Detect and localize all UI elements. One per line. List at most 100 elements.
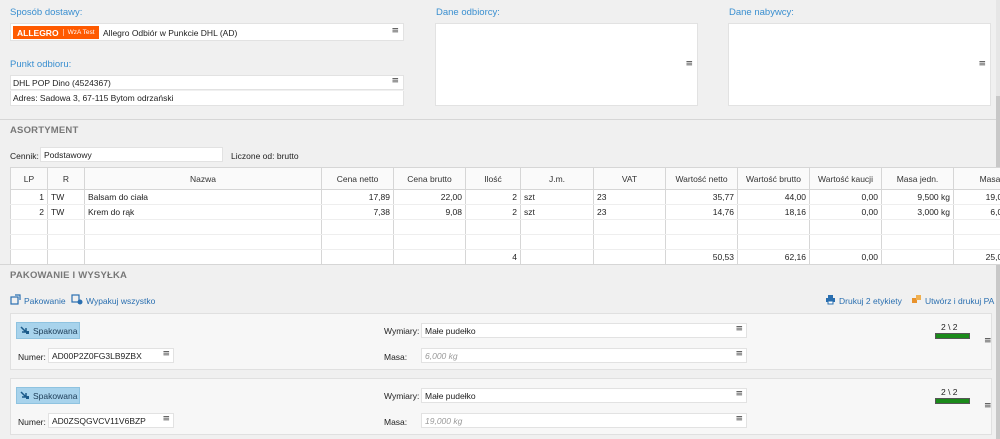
recipient-field[interactable]: ≡ xyxy=(435,23,698,106)
pricelist-label: Cennik: xyxy=(10,151,39,161)
unpack-all-button[interactable]: Wypakuj wszystko xyxy=(71,294,155,307)
packed-icon xyxy=(20,325,30,337)
package-dims-label: Wymiary: xyxy=(384,391,420,401)
package-status-label: Spakowana xyxy=(33,390,78,401)
cell-net-price[interactable]: 17,89 xyxy=(321,189,394,205)
cell-unit[interactable]: szt xyxy=(520,189,594,205)
hamburger-icon[interactable]: ≡ xyxy=(391,26,399,36)
hamburger-icon[interactable]: ≡ xyxy=(735,414,743,424)
hamburger-icon[interactable]: ≡ xyxy=(984,336,992,346)
box-icon xyxy=(10,294,21,307)
cell-quantity[interactable]: 2 xyxy=(465,189,521,205)
package-dims-select[interactable]: Małe pudełko ≡ xyxy=(421,323,747,338)
hamburger-icon[interactable]: ≡ xyxy=(978,59,986,69)
package-panel[interactable]: Spakowana Numer: AD0ZSQGVCV11V6BZP ≡ Wym… xyxy=(10,378,992,435)
total-mass: 25,000 kg xyxy=(953,249,1000,265)
total-deposit: 0,00 xyxy=(809,249,882,265)
create-print-button[interactable]: Utwórz i drukuj PA xyxy=(911,294,994,307)
package-dims-label: Wymiary: xyxy=(384,326,420,336)
cell-lp: 1 xyxy=(10,189,48,205)
cell-quantity[interactable]: 2 xyxy=(465,204,521,220)
column-header[interactable]: LP xyxy=(10,167,48,190)
column-header[interactable]: Ilość xyxy=(465,167,521,190)
cell-gross-price[interactable]: 9,08 xyxy=(393,204,466,220)
parcels-icon xyxy=(911,294,922,307)
package-number-label: Numer: xyxy=(18,352,46,362)
table-row[interactable]: 2 TW Krem do rąk 7,38 9,08 2 szt 23 14,7… xyxy=(10,204,1000,220)
pickup-point-select[interactable]: DHL POP Dino (4524367) ≡ xyxy=(10,75,404,90)
cell-vat[interactable]: 23 xyxy=(593,189,666,205)
table-row-empty[interactable] xyxy=(10,219,1000,235)
package-mass-field[interactable]: 6,000 kg ≡ xyxy=(421,348,747,363)
package-mass-label: Masa: xyxy=(384,417,408,427)
package-status-label: Spakowana xyxy=(33,325,78,336)
package-dims-select[interactable]: Małe pudełko ≡ xyxy=(421,388,747,403)
column-header[interactable]: VAT xyxy=(593,167,666,190)
table-row[interactable]: 1 TW Balsam do ciała 17,89 22,00 2 szt 2… xyxy=(10,189,1000,205)
cell-name[interactable]: Balsam do ciała xyxy=(84,189,322,205)
column-header[interactable]: Wartość brutto xyxy=(737,167,810,190)
package-progress-bar xyxy=(935,333,970,339)
cell-r: TW xyxy=(47,204,85,220)
total-quantity: 4 xyxy=(465,249,521,265)
delivery-method-value: Allegro Odbiór w Punkcie DHL (AD) xyxy=(103,28,238,38)
allegro-badge-brand: ALLEGRO xyxy=(17,27,59,38)
package-status-button[interactable]: Spakowana xyxy=(16,322,80,339)
recipient-label: Dane odbiorcy: xyxy=(436,7,500,18)
package-number-field[interactable]: AD00P2Z0FG3LB9ZBX ≡ xyxy=(48,348,174,363)
scrollbar-thumb[interactable] xyxy=(996,96,1000,439)
hamburger-icon[interactable]: ≡ xyxy=(735,324,743,334)
column-header[interactable]: Wartość kaucji xyxy=(809,167,882,190)
cell-value-gross: 18,16 xyxy=(737,204,810,220)
packing-title: PAKOWANIE I WYSYŁKA xyxy=(10,270,128,281)
cell-vat[interactable]: 23 xyxy=(593,204,666,220)
pricelist-value: Podstawowy xyxy=(44,150,92,160)
cell-lp: 2 xyxy=(10,204,48,220)
pack-button[interactable]: Pakowanie xyxy=(10,294,66,307)
divider xyxy=(0,264,996,265)
assortment-table: LP R Nazwa Cena netto Cena brutto Ilość … xyxy=(10,167,1000,265)
cell-deposit: 0,00 xyxy=(809,204,882,220)
pricelist-select[interactable]: Podstawowy xyxy=(40,147,223,162)
hamburger-icon[interactable]: ≡ xyxy=(735,349,743,359)
hamburger-icon[interactable]: ≡ xyxy=(391,76,399,86)
print-labels-button[interactable]: Drukuj 2 etykiety xyxy=(825,294,902,307)
cell-net-price[interactable]: 7,38 xyxy=(321,204,394,220)
package-number-value: AD0ZSQGVCV11V6BZP xyxy=(52,416,146,426)
hamburger-icon[interactable]: ≡ xyxy=(162,349,170,359)
hamburger-icon[interactable]: ≡ xyxy=(162,414,170,424)
column-header[interactable]: J.m. xyxy=(520,167,594,190)
column-header[interactable]: Cena brutto xyxy=(393,167,466,190)
pack-button-label: Pakowanie xyxy=(24,295,66,306)
package-mass-value: 19,000 kg xyxy=(425,416,463,426)
pickup-point-label: Punkt odbioru: xyxy=(10,59,72,70)
package-mass-value: 6,000 kg xyxy=(425,351,458,361)
column-header[interactable]: Masa jedn. xyxy=(881,167,954,190)
column-header[interactable]: Wartość netto xyxy=(665,167,738,190)
cell-gross-price[interactable]: 22,00 xyxy=(393,189,466,205)
hamburger-icon[interactable]: ≡ xyxy=(685,59,693,69)
column-header[interactable]: Nazwa xyxy=(84,167,322,190)
buyer-label: Dane nabywcy: xyxy=(729,7,794,18)
hamburger-icon[interactable]: ≡ xyxy=(735,389,743,399)
package-status-button[interactable]: Spakowana xyxy=(16,387,80,404)
cell-name[interactable]: Krem do rąk xyxy=(84,204,322,220)
pickup-address: Adres: Sadowa 3, 67-115 Bytom odrzański xyxy=(10,91,404,106)
cell-unit[interactable]: szt xyxy=(520,204,594,220)
package-number-field[interactable]: AD0ZSQGVCV11V6BZP ≡ xyxy=(48,413,174,428)
cell-value-net: 35,77 xyxy=(665,189,738,205)
buyer-field[interactable]: ≡ xyxy=(728,23,991,106)
column-header[interactable]: Cena netto xyxy=(321,167,394,190)
delivery-method-select[interactable]: ALLEGRO WzA Test Allegro Odbiór w Punkci… xyxy=(10,23,404,41)
package-panel[interactable]: Spakowana Numer: AD00P2Z0FG3LB9ZBX ≡ Wym… xyxy=(10,313,992,370)
delivery-method-label: Sposób dostawy: xyxy=(10,7,83,18)
pickup-address-value: Adres: Sadowa 3, 67-115 Bytom odrzański xyxy=(13,93,174,103)
create-print-label: Utwórz i drukuj PA xyxy=(925,295,995,306)
column-header[interactable]: R xyxy=(47,167,85,190)
table-row-empty[interactable] xyxy=(10,234,1000,250)
hamburger-icon[interactable]: ≡ xyxy=(984,401,992,411)
column-header[interactable]: Masa xyxy=(953,167,1000,190)
unpack-icon xyxy=(71,294,83,307)
package-mass-field[interactable]: 19,000 kg ≡ xyxy=(421,413,747,428)
package-number-label: Numer: xyxy=(18,417,46,427)
